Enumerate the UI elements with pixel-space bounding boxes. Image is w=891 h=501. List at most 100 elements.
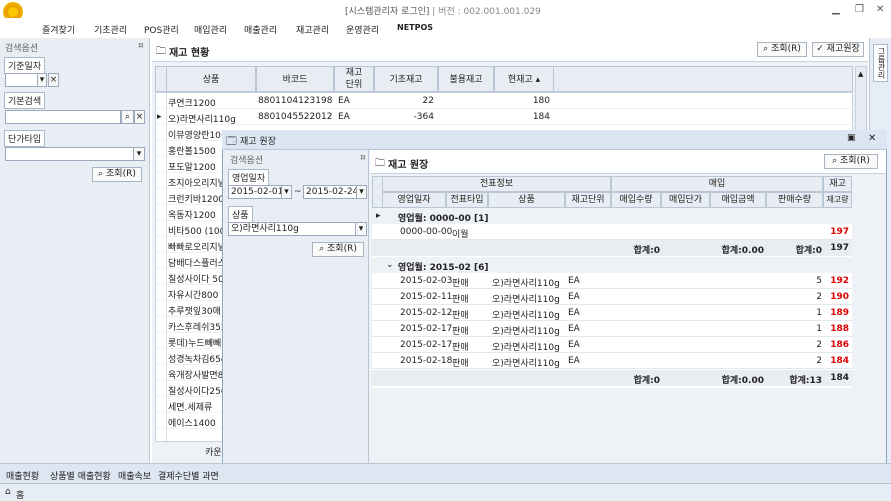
close-icon[interactable]: ✕ <box>876 4 884 15</box>
group-row[interactable]: ▸ 영업월: 0000-00 [1] <box>372 208 852 224</box>
slip-type: 판매 <box>452 311 469 321</box>
left-search-button[interactable]: ⌕ 조회(R) <box>92 167 142 182</box>
table-row[interactable]: 2015-02-17 판매 오)라면사리110g EA 1 188 <box>372 321 852 337</box>
group-row[interactable]: ⌄ 영업월: 2015-02 [6] <box>372 257 852 273</box>
home-icon[interactable]: ⌂ <box>5 487 11 497</box>
pin-icon[interactable]: ¤ <box>138 41 144 51</box>
barcode: 8801104123198 <box>258 96 332 106</box>
dialog-pin-icon[interactable]: ¤ <box>360 153 366 163</box>
slip-type: 판매 <box>452 343 469 353</box>
dialog-close-icon[interactable]: ✕ <box>868 133 876 144</box>
dialog-options-header: 검색옵션 <box>230 156 264 166</box>
col-date[interactable]: 영업일자 <box>382 192 446 208</box>
date-from-dropdown-icon[interactable]: ▾ <box>281 185 292 199</box>
sale-qty: 2 <box>816 292 822 302</box>
ledger-title: 재고 원장 <box>388 160 429 171</box>
begin-stock: 22 <box>422 96 434 106</box>
ledger-product: 오)라면사리110g <box>492 359 560 369</box>
dialog-search-button[interactable]: ⌕ 조회(R) <box>312 242 364 257</box>
table-row[interactable]: 2015-02-03 판매 오)라면사리110g EA 5 192 <box>372 273 852 289</box>
table-row[interactable]: 2015-02-12 판매 오)라면사리110g EA 1 189 <box>372 305 852 321</box>
menu-favorites[interactable]: 즐겨찾기 <box>42 23 75 36</box>
menu-operation[interactable]: 운영관리 <box>346 23 379 36</box>
bottom-tab-bar: 매출현황 상품별 매출현황 매출속보 결제수단별 과면 <box>0 463 891 483</box>
ledger-search-button[interactable]: ⌕ 조회(R) <box>824 154 878 169</box>
ledger-date: 2015-02-17 <box>400 324 453 334</box>
table-row[interactable]: 2015-02-11 판매 오)라면사리110g EA 2 190 <box>372 289 852 305</box>
maximize-icon[interactable]: ▣ <box>847 133 856 143</box>
window-icon: 🗔 <box>226 136 237 147</box>
col-stock-qty[interactable]: 재고량 <box>823 192 852 208</box>
menu-basic[interactable]: 기초관리 <box>94 23 127 36</box>
menu-netpos[interactable]: NETPOS <box>397 23 433 32</box>
slip-type: 판매 <box>452 279 469 289</box>
table-row[interactable]: 2015-02-17 판매 오)라면사리110g EA 2 186 <box>372 337 852 353</box>
col-ledger-product[interactable]: 상품 <box>488 192 565 208</box>
product-dropdown-icon[interactable]: ▾ <box>355 222 367 236</box>
ledger-button[interactable]: ✓ 재고원장 <box>812 42 864 57</box>
sale-qty: 2 <box>816 356 822 366</box>
status-bar: ⌂ 홈 <box>0 483 891 501</box>
col-sale-qty[interactable]: 판매수량 <box>766 192 823 208</box>
col-current-stock[interactable]: 현재고 ▴ <box>494 66 554 92</box>
col-unused-stock[interactable]: 불용재고 <box>438 66 494 92</box>
restore-icon[interactable]: ❐ <box>855 4 864 15</box>
home-label[interactable]: 홈 <box>16 488 24 501</box>
slip-type: 판매 <box>452 295 469 305</box>
table-row[interactable]: 쿠연크1200 8801104123198 EA 22 180 <box>156 93 853 109</box>
price-type-label: 단가타입 <box>4 130 46 147</box>
sale-qty: 1 <box>816 324 822 334</box>
col-stock-unit[interactable]: 재고단위 <box>565 192 611 208</box>
menu-sales[interactable]: 매출관리 <box>244 23 277 36</box>
price-type-select[interactable] <box>5 147 145 161</box>
product-select[interactable]: 오)라면사리110g <box>228 222 367 236</box>
summary-row: 합계:0 합계:0.00 합계:0 197 <box>372 240 852 256</box>
dropdown-icon[interactable]: ▾ <box>37 73 47 87</box>
menu-purchase[interactable]: 매입관리 <box>194 23 227 36</box>
col-barcode[interactable]: 바코드 <box>256 66 334 92</box>
search-icon[interactable]: ⌕ <box>121 110 134 124</box>
group-stock: 재고 <box>823 176 852 192</box>
product-label: 상품 <box>228 206 253 223</box>
clear-search-icon[interactable]: × <box>134 110 145 124</box>
unit: EA <box>338 112 350 122</box>
slip-type: 판매 <box>452 359 469 369</box>
table-row[interactable]: 2015-02-18 판매 오)라면사리110g EA 2 184 <box>372 353 852 369</box>
col-begin-stock[interactable]: 기초재고 <box>374 66 438 92</box>
page-title: 재고 현황 <box>169 48 210 59</box>
basic-search-input[interactable] <box>5 110 121 124</box>
stock-qty: 190 <box>830 292 849 302</box>
col-buy-qty[interactable]: 매입수량 <box>611 192 661 208</box>
tab-sales-status[interactable]: 매출현황 <box>6 469 39 482</box>
ledger-date: 2015-02-17 <box>400 340 453 350</box>
col-product[interactable]: 상품 <box>166 66 256 92</box>
current-stock: 184 <box>532 112 550 122</box>
menu-pos[interactable]: POS관리 <box>144 23 179 36</box>
date-to-dropdown-icon[interactable]: ▾ <box>356 185 367 199</box>
tab-sales-flash[interactable]: 매출속보 <box>118 469 151 482</box>
unit: EA <box>338 96 350 106</box>
tab-payment-method[interactable]: 결제수단별 과면 <box>158 469 219 482</box>
summary-row: 합계:0 합계:0.00 합계:13 184 <box>372 370 852 386</box>
clear-icon[interactable]: × <box>48 73 59 87</box>
col-buy-amount[interactable]: 매입금액 <box>710 192 766 208</box>
folder-icon: 🗀 <box>156 46 166 57</box>
col-unit[interactable]: 재고 단위 <box>334 66 374 92</box>
search-button[interactable]: ⌕ 조회(R) <box>757 42 807 57</box>
col-slip-type[interactable]: 전표타입 <box>446 192 488 208</box>
chevron-down-icon[interactable]: ▾ <box>133 147 145 161</box>
sidebar-tab-group[interactable]: 그룹관리 <box>873 44 888 82</box>
ledger-dialog-titlebar: 🗔 재고 원장 ▣ ✕ <box>222 130 887 150</box>
search-icon: ⌕ <box>98 169 107 179</box>
grid-footer-count: 카운 <box>205 448 222 458</box>
table-row[interactable]: ▸ 오)라면사리110g 8801045522012 EA -364 184 <box>156 109 853 125</box>
minimize-icon[interactable]: ▁ <box>832 4 840 15</box>
stock-qty: 184 <box>830 356 849 366</box>
tab-product-sales[interactable]: 상품별 매출현황 <box>50 469 111 482</box>
menu-stock[interactable]: 재고관리 <box>296 23 329 36</box>
col-buy-price[interactable]: 매입단가 <box>661 192 710 208</box>
ledger-unit: EA <box>568 308 580 318</box>
table-row[interactable]: 0000-00-00 이월 197 <box>372 224 852 240</box>
stock-qty: 192 <box>830 276 849 286</box>
product-name: 쿠연크1200 <box>168 99 216 109</box>
